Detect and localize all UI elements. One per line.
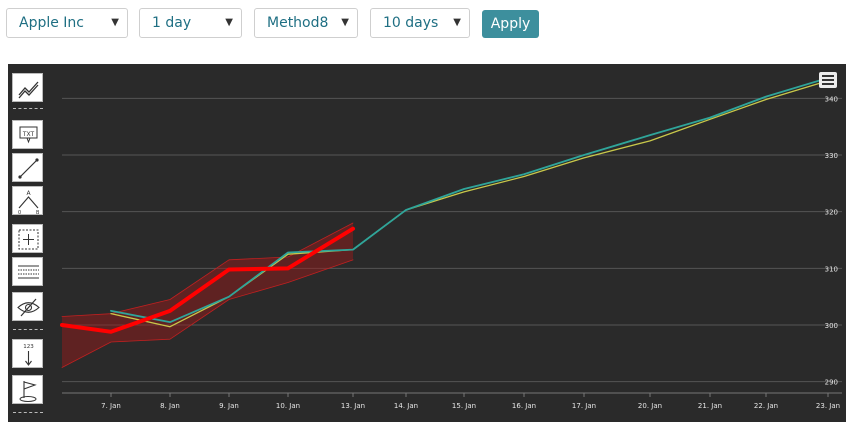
x-tick-label: 8. Jan xyxy=(160,402,180,410)
confidence-band xyxy=(62,223,353,368)
chevron-down-icon: ▼ xyxy=(341,17,349,28)
horizontal-lines-icon xyxy=(18,265,39,279)
flag-tool[interactable] xyxy=(12,375,43,404)
chevron-down-icon: ▼ xyxy=(225,17,233,28)
x-tick-label: 22. Jan xyxy=(754,402,778,410)
hide-drawings-tool[interactable] xyxy=(12,292,43,321)
trend-lines-tool[interactable] xyxy=(12,73,43,102)
x-tick-label: 16. Jan xyxy=(512,402,536,410)
crosshair-icon xyxy=(18,229,39,250)
y-tick-label: 290 xyxy=(825,379,838,387)
counter-tool-label: 123 xyxy=(23,344,34,350)
stock-chart: 290 300 310 320 330 340 7. Jan 8. Jan 9. Jan 10. … xyxy=(8,64,846,422)
drawing-toolbar: TXT A 0 B 123 xyxy=(8,64,54,422)
y-tick-label: 320 xyxy=(825,209,838,217)
svg-text:0: 0 xyxy=(18,210,21,216)
crosshair-tool[interactable] xyxy=(12,224,43,253)
text-annotation-tool[interactable]: TXT xyxy=(12,120,43,149)
interval-select-value: 1 day xyxy=(152,15,192,31)
chevron-down-icon: ▼ xyxy=(453,17,461,28)
chevron-down-icon: ▼ xyxy=(111,17,119,28)
toolbar-separator xyxy=(13,412,43,413)
hide-icon xyxy=(17,298,40,317)
y-tick-label: 330 xyxy=(825,152,838,160)
stock-select-value: Apple Inc xyxy=(19,15,85,31)
interval-select[interactable]: 1 day ▼ xyxy=(139,8,242,38)
y-tick-label: 340 xyxy=(825,95,838,103)
method-select[interactable]: Method8 ▼ xyxy=(254,8,358,38)
line-drawing-icon xyxy=(18,158,39,179)
x-tick-label: 9. Jan xyxy=(219,402,239,410)
x-tick-label: 23. Jan xyxy=(816,402,840,410)
menu-icon[interactable] xyxy=(819,72,837,88)
flag-icon xyxy=(19,381,37,402)
x-tick-label: 14. Jan xyxy=(394,402,418,410)
trend-lines-icon xyxy=(18,81,39,99)
horizon-select-value: 10 days xyxy=(383,15,439,31)
horizontal-lines-tool[interactable] xyxy=(12,257,43,286)
y-tick-label: 300 xyxy=(825,322,838,330)
fibonacci-tool[interactable]: A 0 B xyxy=(12,186,43,216)
toolbar-separator xyxy=(13,108,43,109)
x-tick-label: 7. Jan xyxy=(101,402,121,410)
svg-text:B: B xyxy=(36,210,40,216)
method-select-value: Method8 xyxy=(267,15,329,31)
text-tool-label: TXT xyxy=(22,131,35,138)
line-drawing-tool[interactable] xyxy=(12,153,43,182)
vertical-counter-icon: 123 xyxy=(23,344,34,366)
x-tick-label: 17. Jan xyxy=(572,402,596,410)
x-tick-label: 10. Jan xyxy=(276,402,300,410)
y-tick-label: 310 xyxy=(825,265,838,273)
chart-plot: 290 300 310 320 330 340 7. Jan 8. Jan 9. Jan 10. … xyxy=(60,77,842,410)
x-tick-label: 15. Jan xyxy=(452,402,476,410)
horizon-select[interactable]: 10 days ▼ xyxy=(370,8,470,38)
apply-button[interactable]: Apply xyxy=(482,10,539,38)
vertical-counter-tool[interactable]: 123 xyxy=(12,339,43,368)
text-annotation-icon: TXT xyxy=(19,126,38,144)
svg-text:A: A xyxy=(26,190,31,197)
fibonacci-icon: A 0 B xyxy=(18,190,40,216)
toolbar-separator xyxy=(13,329,43,330)
x-tick-label: 13. Jan xyxy=(341,402,365,410)
x-tick-label: 20. Jan xyxy=(638,402,662,410)
x-tick-label: 21. Jan xyxy=(698,402,722,410)
stock-select[interactable]: Apple Inc ▼ xyxy=(6,8,128,38)
